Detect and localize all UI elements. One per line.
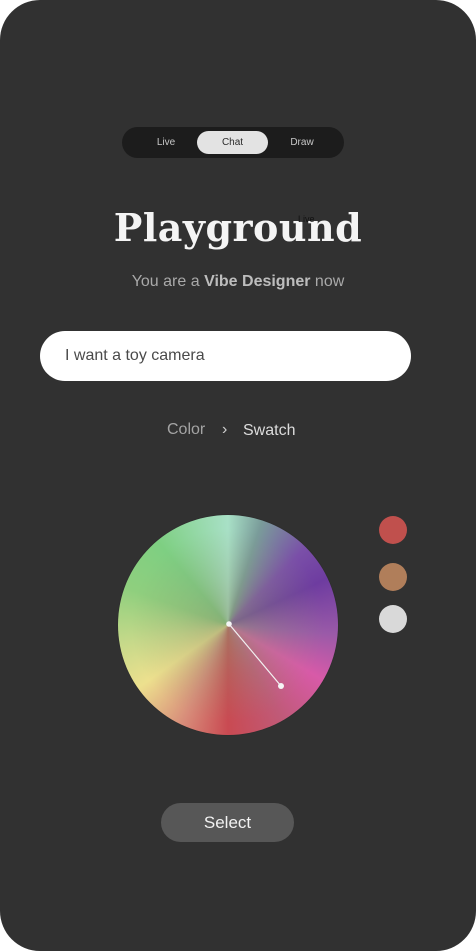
tab-draw[interactable]: Draw	[272, 131, 332, 154]
picker-center-handle	[226, 621, 232, 627]
color-wheel[interactable]	[118, 515, 338, 735]
breadcrumb-color[interactable]: Color	[167, 421, 205, 439]
prompt-field[interactable]	[40, 331, 411, 381]
chevron-right-icon: ›	[222, 421, 228, 438]
subtitle-suffix: now	[310, 273, 345, 290]
page-title: Playground	[113, 205, 363, 250]
prompt-input[interactable]	[63, 346, 388, 366]
swatch-tan[interactable]	[379, 563, 407, 591]
swatch-red[interactable]	[379, 516, 407, 544]
tab-chat[interactable]: Chat	[197, 131, 268, 154]
subtitle-role: Vibe Designer	[204, 273, 311, 290]
mode-toggle: Live Chat Draw	[122, 127, 344, 158]
picker-handle[interactable]	[278, 683, 284, 689]
color-picker-overlay	[226, 621, 284, 689]
breadcrumb: Color › Swatch	[0, 421, 476, 443]
page-subtitle: You are a Vibe Designer now	[0, 273, 476, 291]
select-button[interactable]: Select	[161, 803, 294, 842]
picker-arm	[228, 623, 282, 687]
swatch-light-gray[interactable]	[379, 605, 407, 633]
app-screen: Live Chat Draw Playground Live You are a…	[0, 0, 476, 951]
breadcrumb-swatch[interactable]: Swatch	[243, 422, 295, 440]
live-badge: Live	[298, 214, 315, 224]
subtitle-prefix: You are a	[131, 273, 205, 290]
tab-live[interactable]: Live	[136, 131, 196, 154]
